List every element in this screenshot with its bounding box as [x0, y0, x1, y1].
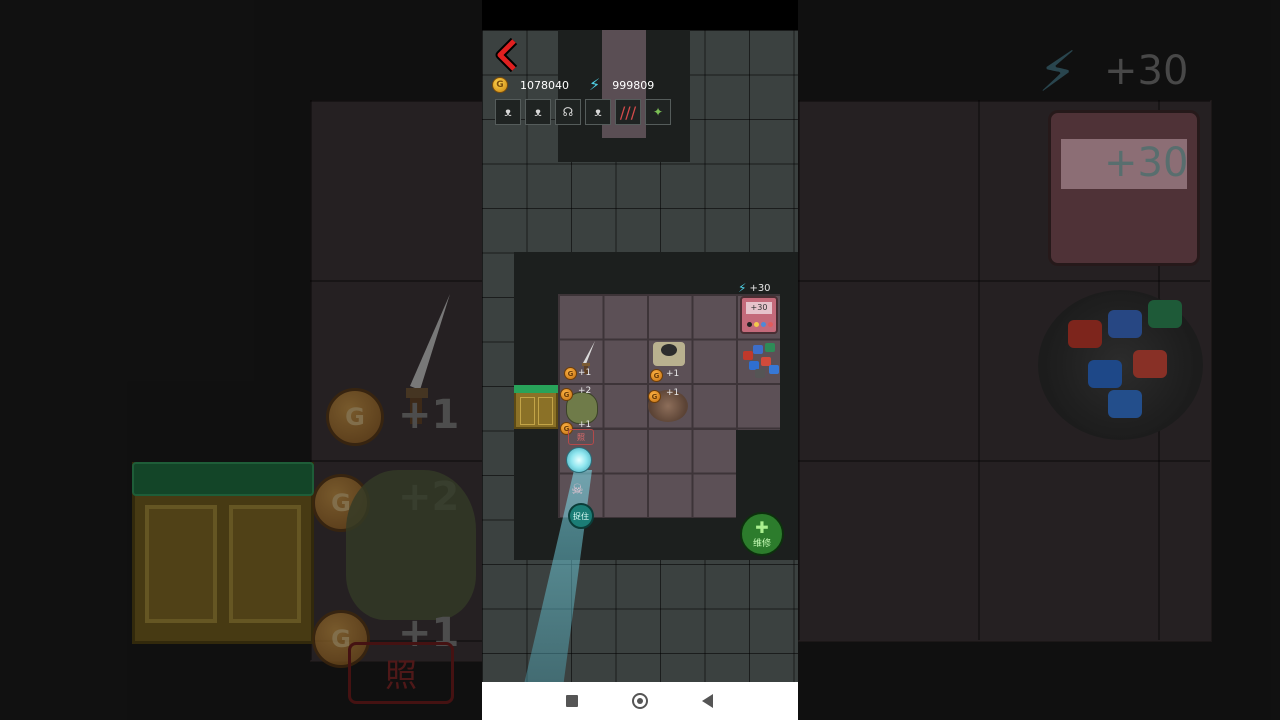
room-door[interactable]	[514, 385, 558, 429]
arcade-machine[interactable]: +30	[740, 296, 778, 334]
coin-icon: G	[648, 390, 661, 403]
coin-icon: G	[650, 369, 663, 382]
energy-bolt-icon: ⚡	[589, 75, 601, 94]
energy-bolt-icon: ⚡	[738, 281, 747, 295]
back-button[interactable]	[494, 37, 520, 73]
home-icon[interactable]	[632, 693, 648, 709]
skill-bar: ᴥ ᴥ ☊ ᴥ /// ✦	[495, 99, 671, 125]
coin-bonus: +2	[578, 386, 592, 396]
flashlight-lamp[interactable]	[566, 447, 592, 473]
background-right: ⚡ +30 +30	[798, 0, 1280, 720]
chevron-left-icon	[495, 37, 518, 73]
catch-button[interactable]: 捉住	[568, 503, 594, 529]
skill-claw-icon[interactable]: ///	[615, 99, 641, 125]
background-left: G +1 G +2 G +1 照	[0, 0, 482, 720]
skull-icon: ☠	[571, 482, 584, 498]
resource-bar: G 1078040 ⚡ 999809	[492, 77, 654, 93]
repair-label: 维修	[752, 538, 771, 549]
photo-stamp[interactable]: 照	[568, 429, 594, 445]
coin-bonus: +1	[578, 368, 592, 378]
skill-fish-icon[interactable]: ✦	[645, 99, 671, 125]
gold-coin-icon: G	[492, 77, 508, 93]
repair-button[interactable]: ✚ 维修	[740, 512, 784, 556]
cat-in-bed[interactable]	[653, 342, 685, 366]
coin-bonus: +1	[666, 388, 680, 398]
phone-screen: G 1078040 ⚡ 999809 ᴥ ᴥ ☊ ᴥ /// ✦ ⚡ +30 +…	[482, 0, 798, 720]
back-triangle-icon[interactable]	[702, 694, 713, 708]
coin-bonus: +1	[666, 369, 680, 379]
gem-pile[interactable]	[739, 341, 781, 379]
energy-value: 999809	[612, 78, 655, 92]
recent-apps-icon[interactable]	[566, 695, 578, 707]
coin-icon: G	[564, 367, 577, 380]
skill-headphones-icon[interactable]: ☊	[555, 99, 581, 125]
energy-bonus: ⚡ +30	[738, 281, 771, 295]
skill-bat-icon[interactable]: ᴥ	[585, 99, 611, 125]
gold-value: 1078040	[520, 78, 569, 92]
game-map[interactable]: G 1078040 ⚡ 999809 ᴥ ᴥ ☊ ᴥ /// ✦ ⚡ +30 +…	[482, 30, 798, 682]
machine-screen: +30	[746, 302, 772, 314]
skill-bat-icon[interactable]: ᴥ	[495, 99, 521, 125]
system-nav-bar	[482, 682, 798, 720]
wrench-icon: ✚	[755, 517, 769, 537]
energy-bonus-text: +30	[749, 282, 771, 294]
skill-bat-icon[interactable]: ᴥ	[525, 99, 551, 125]
coin-icon: G	[560, 388, 573, 401]
